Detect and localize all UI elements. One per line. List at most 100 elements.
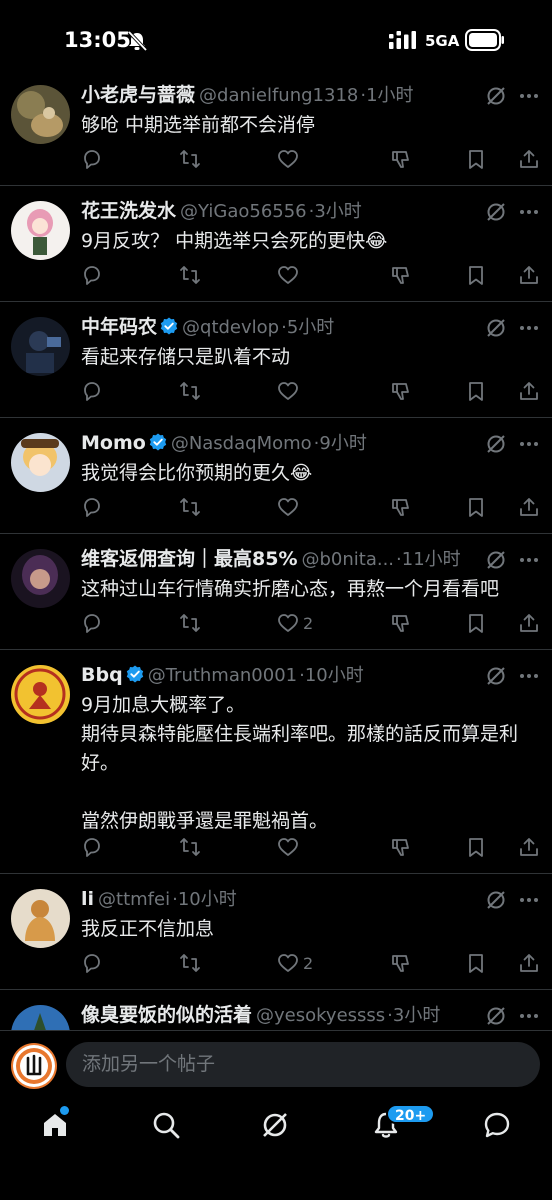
downvote-button[interactable] [390, 262, 412, 288]
more-icon[interactable] [518, 317, 540, 339]
repost-button[interactable] [179, 494, 201, 520]
share-button[interactable] [518, 610, 540, 636]
author-name[interactable]: 像臭要饭的似的活着 [81, 1004, 252, 1026]
more-icon[interactable] [518, 1005, 540, 1027]
repost-button[interactable] [179, 262, 201, 288]
reply-button[interactable] [81, 610, 103, 636]
avatar[interactable] [11, 201, 70, 260]
reply-button[interactable] [81, 494, 103, 520]
bookmark-button[interactable] [465, 494, 487, 520]
author-name[interactable]: Bbq [81, 664, 123, 686]
share-button[interactable] [518, 378, 540, 404]
downvote-button[interactable] [390, 494, 412, 520]
bookmark-button[interactable] [465, 146, 487, 172]
bookmark-button[interactable] [465, 262, 487, 288]
post-time[interactable]: ·1小时 [360, 85, 413, 106]
grok-icon[interactable] [485, 433, 507, 455]
repost-button[interactable] [179, 378, 201, 404]
post-time[interactable]: ·11小时 [396, 549, 461, 570]
repost-button[interactable] [179, 950, 201, 976]
author-handle[interactable]: @qtdevlop [182, 317, 279, 338]
grok-icon[interactable] [485, 201, 507, 223]
like-button[interactable] [277, 146, 303, 172]
post[interactable]: 维客返佣查询｜最高85% @b0nita... ·11小时 这种过山车行情确实折磨心… [0, 534, 552, 650]
post-time[interactable]: ·5小时 [281, 317, 334, 338]
reply-button[interactable] [81, 378, 103, 404]
like-button[interactable] [277, 834, 303, 860]
downvote-button[interactable] [390, 378, 412, 404]
grok-icon[interactable] [485, 549, 507, 571]
share-button[interactable] [518, 146, 540, 172]
more-icon[interactable] [518, 433, 540, 455]
repost-button[interactable] [179, 834, 201, 860]
more-icon[interactable] [518, 85, 540, 107]
author-handle[interactable]: @NasdaqMomo [171, 433, 312, 454]
grok-icon[interactable] [485, 1005, 507, 1027]
author-handle[interactable]: @YiGao56556 [180, 201, 307, 222]
compose-input[interactable]: 添加另一个帖子 [66, 1042, 540, 1087]
bookmark-button[interactable] [465, 950, 487, 976]
author-handle[interactable]: @b0nita... [301, 549, 394, 570]
post[interactable]: 花王洗发水 @YiGao56556·3小时 9月反攻？ 中期选举只会死的更快😂 [0, 186, 552, 302]
bookmark-button[interactable] [465, 378, 487, 404]
like-button[interactable] [277, 378, 303, 404]
downvote-button[interactable] [390, 950, 412, 976]
avatar[interactable] [11, 317, 70, 376]
more-icon[interactable] [518, 201, 540, 223]
downvote-button[interactable] [390, 610, 412, 636]
repost-button[interactable] [179, 146, 201, 172]
post-time[interactable]: ·3小时 [309, 201, 362, 222]
grok-icon[interactable] [485, 317, 507, 339]
grok-icon[interactable] [485, 85, 507, 107]
post[interactable]: 小老虎与蔷薇 @danielfung1318·1小时 够呛 中期选举前都不会消停 [0, 70, 552, 186]
post-time[interactable]: ·10小时 [299, 665, 364, 686]
downvote-button[interactable] [390, 834, 412, 860]
post[interactable]: Bbq @Truthman0001·10小时 9月加息大概率了。 期待貝森特能壓住… [0, 650, 552, 874]
nav-home[interactable] [40, 1110, 74, 1144]
nav-messages[interactable] [482, 1110, 516, 1144]
my-avatar[interactable] [11, 1043, 57, 1089]
nav-grok[interactable] [260, 1110, 294, 1144]
author-name[interactable]: 花王洗发水 [81, 200, 176, 222]
reply-feed[interactable]: 小老虎与蔷薇 @danielfung1318·1小时 够呛 中期选举前都不会消停 … [0, 70, 552, 1030]
like-button[interactable] [277, 494, 303, 520]
like-button[interactable]: 2 [277, 950, 313, 976]
more-icon[interactable] [518, 889, 540, 911]
reply-button[interactable] [81, 262, 103, 288]
author-handle[interactable]: @ttmfei [98, 889, 170, 910]
share-button[interactable] [518, 494, 540, 520]
post[interactable]: 像臭要饭的似的活着 @yesokyessss ·3小时 [0, 990, 552, 1030]
post-time[interactable]: ·10小时 [172, 889, 237, 910]
share-button[interactable] [518, 262, 540, 288]
downvote-button[interactable] [390, 146, 412, 172]
avatar[interactable] [11, 1005, 70, 1030]
author-name[interactable]: li [81, 888, 94, 910]
reply-button[interactable] [81, 950, 103, 976]
author-name[interactable]: Momo [81, 432, 146, 454]
avatar[interactable] [11, 85, 70, 144]
author-name[interactable]: 小老虎与蔷薇 [81, 84, 195, 106]
bookmark-button[interactable] [465, 834, 487, 860]
post[interactable]: li @ttmfei ·10小时 我反正不信加息 2 [0, 874, 552, 990]
post-time[interactable]: ·9小时 [314, 433, 367, 454]
author-handle[interactable]: @Truthman0001 [148, 665, 297, 686]
author-handle[interactable]: @yesokyessss [256, 1005, 385, 1026]
post[interactable]: 中年码农 @qtdevlop ·5小时 看起来存储只是趴着不动 [0, 302, 552, 418]
more-icon[interactable] [518, 665, 540, 687]
author-handle[interactable]: @danielfung1318 [199, 85, 358, 106]
like-button[interactable] [277, 262, 303, 288]
bookmark-button[interactable] [465, 610, 487, 636]
like-button[interactable]: 2 [277, 610, 313, 636]
author-name[interactable]: 维客返佣查询｜最高85% [81, 548, 297, 570]
share-button[interactable] [518, 950, 540, 976]
avatar[interactable] [11, 665, 70, 724]
more-icon[interactable] [518, 549, 540, 571]
share-button[interactable] [518, 834, 540, 860]
avatar[interactable] [11, 433, 70, 492]
reply-button[interactable] [81, 146, 103, 172]
post[interactable]: Momo @NasdaqMomo ·9小时 我觉得会比你预期的更久😂 [0, 418, 552, 534]
avatar[interactable] [11, 889, 70, 948]
avatar[interactable] [11, 549, 70, 608]
grok-icon[interactable] [485, 889, 507, 911]
grok-icon[interactable] [485, 665, 507, 687]
